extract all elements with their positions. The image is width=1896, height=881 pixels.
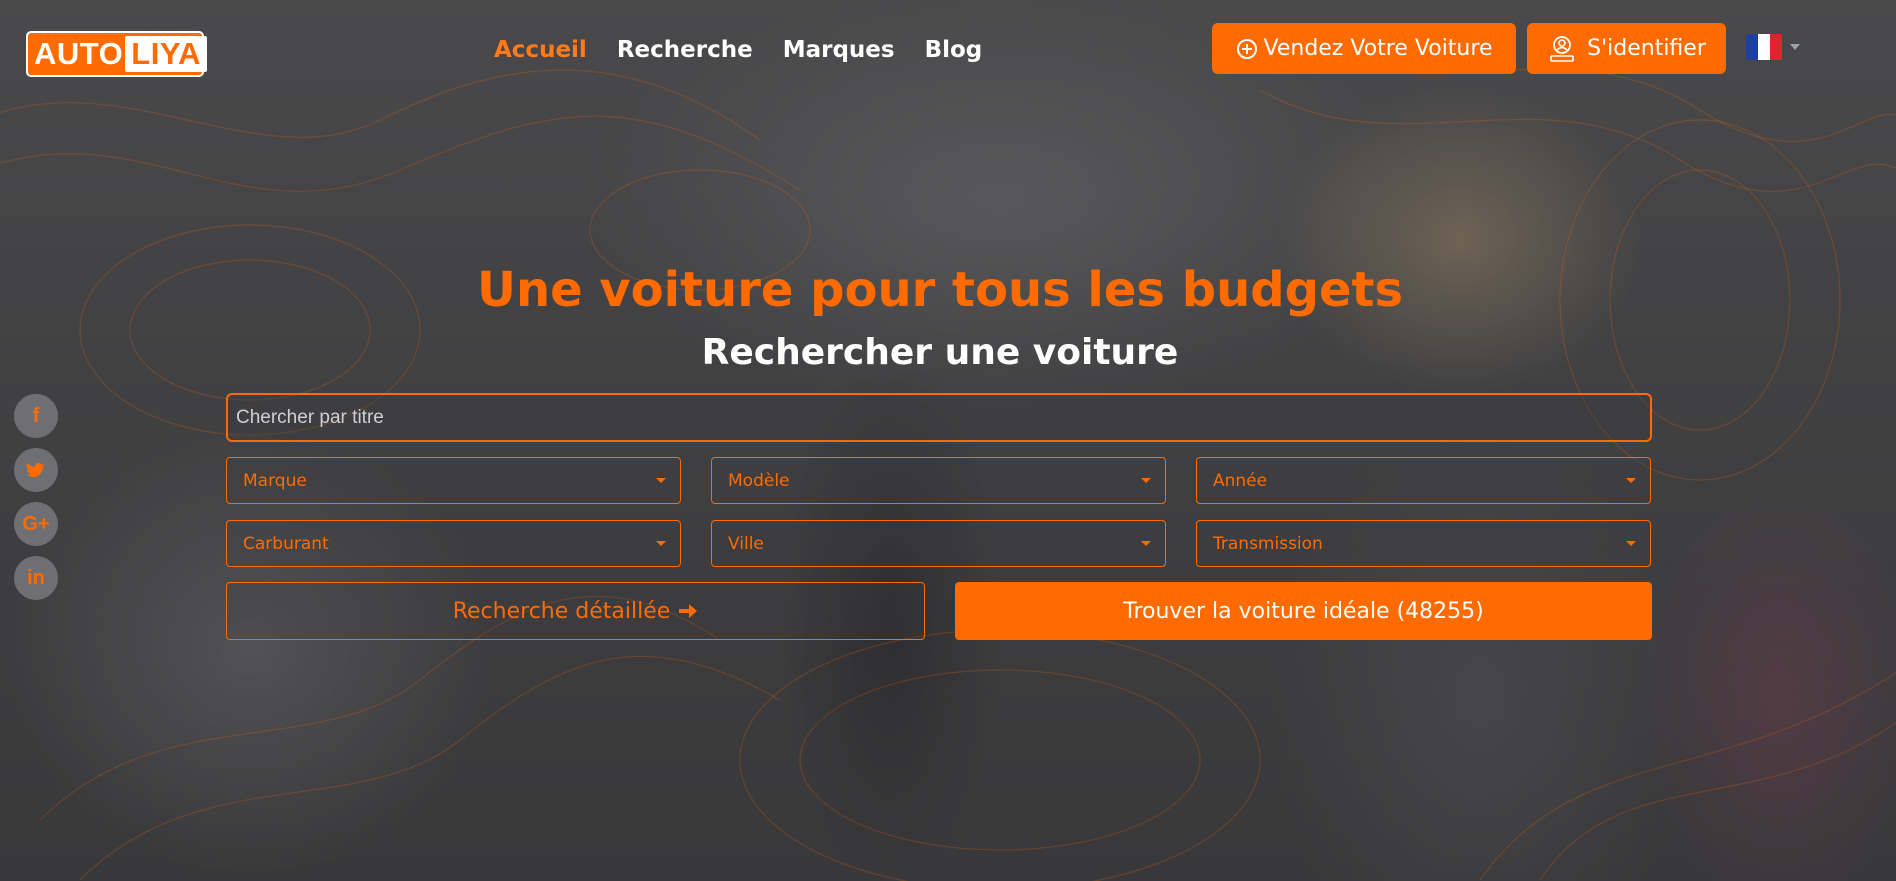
sell-car-label: Vendez Votre Voiture	[1263, 36, 1493, 61]
user-icon	[1550, 35, 1574, 62]
brand-select[interactable]: Marque	[226, 457, 681, 504]
chevron-down-icon	[1141, 478, 1151, 483]
chevron-down-icon	[1141, 541, 1151, 546]
facebook-icon[interactable]: f	[14, 394, 58, 438]
model-select[interactable]: Modèle	[711, 457, 1166, 504]
nav-link-blog[interactable]: Blog	[925, 34, 983, 66]
fuel-select-label: Carburant	[243, 533, 329, 554]
autoliya-logo[interactable]: AUTO LIYA	[26, 31, 208, 77]
twitter-icon[interactable]	[14, 448, 58, 492]
brand-select-label: Marque	[243, 470, 307, 491]
chevron-down-icon	[1626, 541, 1636, 546]
sell-car-button[interactable]: Vendez Votre Voiture	[1212, 23, 1516, 74]
hero-title: Une voiture pour tous les budgets	[476, 262, 1404, 318]
chevron-down-icon	[656, 541, 666, 546]
transmission-select-label: Transmission	[1213, 533, 1323, 554]
chevron-down-icon	[656, 478, 666, 483]
google-plus-icon[interactable]: G+	[14, 502, 58, 546]
fuel-select[interactable]: Carburant	[226, 520, 681, 567]
year-select[interactable]: Année	[1196, 457, 1651, 504]
logo-text-liya: LIYA	[125, 36, 208, 72]
year-select-label: Année	[1213, 470, 1268, 491]
detailed-search-button[interactable]: Recherche détaillée	[226, 582, 925, 640]
social-links: f G+ in	[14, 394, 58, 600]
login-label: S'identifier	[1587, 36, 1706, 61]
main-nav: Accueil Recherche Marques Blog	[494, 34, 982, 66]
france-flag-icon	[1746, 34, 1782, 60]
logo-text-auto: AUTO	[34, 36, 124, 71]
city-select-label: Ville	[728, 533, 764, 554]
arrow-right-icon	[679, 604, 698, 618]
search-title-input[interactable]	[226, 393, 1652, 442]
nav-link-accueil[interactable]: Accueil	[494, 34, 587, 66]
nav-link-marques[interactable]: Marques	[783, 34, 895, 66]
twitter-bird-icon	[26, 463, 45, 478]
city-select[interactable]: Ville	[711, 520, 1166, 567]
linkedin-icon[interactable]: in	[14, 556, 58, 600]
hero-subtitle: Rechercher une voiture	[701, 332, 1179, 373]
plus-circle-icon	[1236, 38, 1257, 59]
transmission-select[interactable]: Transmission	[1196, 520, 1651, 567]
find-car-label: Trouver la voiture idéale (48255)	[1123, 598, 1484, 624]
find-car-button[interactable]: Trouver la voiture idéale (48255)	[955, 582, 1652, 640]
nav-link-recherche[interactable]: Recherche	[617, 34, 753, 66]
chevron-down-icon	[1626, 478, 1636, 483]
chevron-down-icon	[1790, 44, 1800, 50]
detailed-search-label: Recherche détaillée	[452, 598, 671, 624]
language-selector[interactable]	[1746, 34, 1800, 60]
login-button[interactable]: S'identifier	[1527, 23, 1726, 74]
model-select-label: Modèle	[728, 470, 790, 491]
